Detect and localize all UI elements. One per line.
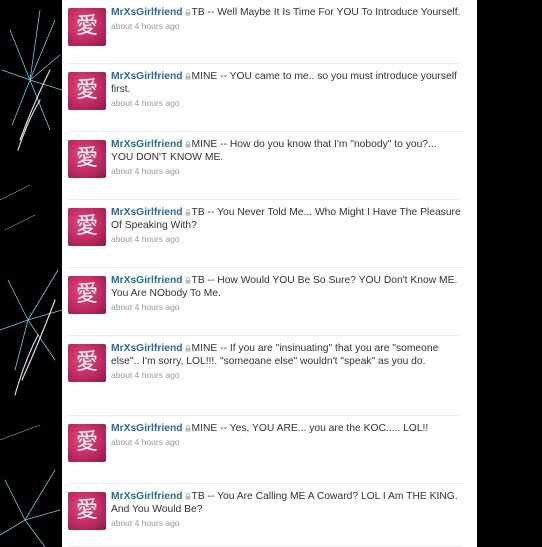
lock-icon xyxy=(185,425,191,432)
lock-icon xyxy=(185,73,191,80)
tweet-content: MrXsGirlfriend MINE -- If you are "insinu… xyxy=(111,342,461,381)
tweet-item: 愛 MrXsGirlfriend MINE -- Yes, YOU ARE... y… xyxy=(62,416,477,484)
username-link[interactable]: MrXsGirlfriend xyxy=(111,7,183,18)
background-sparkle-left xyxy=(0,0,62,547)
timestamp-link[interactable]: about 4 hours ago xyxy=(111,518,461,529)
avatar[interactable]: 愛 xyxy=(68,276,106,314)
username-link[interactable]: MrXsGirlfriend xyxy=(111,491,183,502)
tweet-item: 愛 MrXsGirlfriend TB -- You Are Calling ME … xyxy=(62,484,477,547)
tweet-timeline: 愛 MrXsGirlfriend TB -- Well Maybe It Is Ti… xyxy=(62,0,477,547)
tweet-item: 愛 MrXsGirlfriend MINE -- YOU came to me.. … xyxy=(62,64,477,132)
timestamp-link[interactable]: about 4 hours ago xyxy=(111,98,461,109)
tweet-content: MrXsGirlfriend MINE -- Yes, YOU ARE... yo… xyxy=(111,422,461,448)
lock-icon xyxy=(185,493,191,500)
tweet-content: MrXsGirlfriend TB -- Well Maybe It Is Tim… xyxy=(111,6,461,32)
background-right xyxy=(477,0,542,547)
tweet-content: MrXsGirlfriend TB -- You Never Told Me...… xyxy=(111,206,461,245)
tweet-item: 愛 MrXsGirlfriend TB -- Well Maybe It Is Ti… xyxy=(62,0,477,64)
timestamp-link[interactable]: about 4 hours ago xyxy=(111,302,461,313)
tweet-item: 愛 MrXsGirlfriend TB -- You Never Told Me..… xyxy=(62,200,477,268)
timestamp-link[interactable]: about 4 hours ago xyxy=(111,21,461,32)
avatar[interactable]: 愛 xyxy=(68,208,106,246)
avatar[interactable]: 愛 xyxy=(68,140,106,178)
lock-icon xyxy=(185,141,191,148)
lock-icon xyxy=(185,209,191,216)
avatar[interactable]: 愛 xyxy=(68,8,106,46)
timestamp-link[interactable]: about 4 hours ago xyxy=(111,370,461,381)
tweet-text: MINE -- Yes, YOU ARE... you are the KOC.… xyxy=(191,423,429,434)
username-link[interactable]: MrXsGirlfriend xyxy=(111,139,183,150)
username-link[interactable]: MrXsGirlfriend xyxy=(111,423,183,434)
username-link[interactable]: MrXsGirlfriend xyxy=(111,275,183,286)
lock-icon xyxy=(185,277,191,284)
avatar[interactable]: 愛 xyxy=(68,344,106,382)
timestamp-link[interactable]: about 4 hours ago xyxy=(111,234,461,245)
username-link[interactable]: MrXsGirlfriend xyxy=(111,343,183,354)
timestamp-link[interactable]: about 4 hours ago xyxy=(111,437,461,448)
tweet-content: MrXsGirlfriend MINE -- YOU came to me.. s… xyxy=(111,70,461,109)
username-link[interactable]: MrXsGirlfriend xyxy=(111,71,183,82)
timestamp-link[interactable]: about 4 hours ago xyxy=(111,166,461,177)
tweet-item: 愛 MrXsGirlfriend TB -- How Would YOU Be So… xyxy=(62,268,477,336)
tweet-content: MrXsGirlfriend MINE -- How do you know th… xyxy=(111,138,461,177)
username-link[interactable]: MrXsGirlfriend xyxy=(111,207,183,218)
tweet-item: 愛 MrXsGirlfriend MINE -- If you are "insin… xyxy=(62,336,477,416)
avatar[interactable]: 愛 xyxy=(68,492,106,530)
tweet-text: TB -- Well Maybe It Is Time For YOU To I… xyxy=(191,7,461,18)
avatar[interactable]: 愛 xyxy=(68,424,106,462)
lock-icon xyxy=(185,345,191,352)
tweet-content: MrXsGirlfriend TB -- You Are Calling ME A… xyxy=(111,490,461,529)
avatar[interactable]: 愛 xyxy=(68,72,106,110)
lock-icon xyxy=(185,9,191,16)
tweet-content: MrXsGirlfriend TB -- How Would YOU Be So … xyxy=(111,274,461,313)
tweet-item: 愛 MrXsGirlfriend MINE -- How do you know t… xyxy=(62,132,477,200)
